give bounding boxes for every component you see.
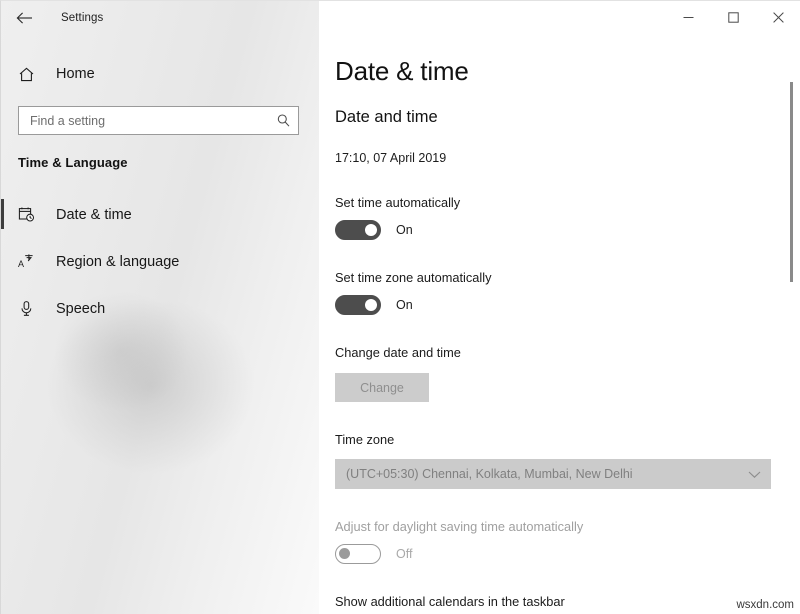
sidebar-item-speech[interactable]: Speech — [1, 285, 319, 332]
set-time-automatically-label: Set time automatically — [335, 165, 800, 210]
section-title: Date and time — [335, 87, 800, 127]
set-timezone-automatically-row: On — [335, 285, 800, 315]
sidebar-item-region-language[interactable]: A Region & language — [1, 238, 319, 285]
window-controls — [666, 1, 800, 33]
settings-window: Home Time & Language — [0, 0, 800, 614]
time-zone-value: (UTC+05:30) Chennai, Kolkata, Mumbai, Ne… — [346, 467, 748, 481]
sidebar-item-date-time[interactable]: Date & time — [1, 191, 319, 238]
sidebar-item-label: Date & time — [56, 207, 132, 223]
search-box[interactable] — [18, 106, 299, 135]
content-scrollbar[interactable] — [787, 34, 797, 614]
search-icon[interactable] — [268, 113, 298, 128]
close-button[interactable] — [756, 1, 800, 33]
time-zone-dropdown: (UTC+05:30) Chennai, Kolkata, Mumbai, Ne… — [335, 459, 771, 489]
set-time-automatically-state: On — [396, 223, 413, 237]
set-timezone-automatically-label: Set time zone automatically — [335, 240, 800, 285]
time-zone-label: Time zone — [335, 402, 800, 447]
change-button: Change — [335, 373, 429, 402]
sidebar: Home Time & Language — [1, 1, 319, 614]
scrollbar-thumb[interactable] — [790, 82, 793, 282]
current-datetime-value: 17:10, 07 April 2019 — [335, 127, 800, 165]
sidebar-home-label: Home — [56, 66, 95, 82]
calendar-clock-icon — [18, 206, 39, 223]
set-timezone-automatically-state: On — [396, 298, 413, 312]
daylight-saving-state: Off — [396, 547, 412, 561]
page-title: Date & time — [335, 34, 800, 87]
home-icon — [18, 66, 40, 83]
title-bar: Settings — [1, 1, 800, 34]
maximize-button[interactable] — [711, 1, 756, 33]
sidebar-heading: Time & Language — [18, 155, 128, 170]
watermark: wsxdn.com — [734, 598, 796, 612]
additional-calendars-label: Show additional calendars in the taskbar — [335, 564, 800, 609]
daylight-saving-label: Adjust for daylight saving time automati… — [335, 489, 800, 534]
toggle-knob — [365, 299, 377, 311]
content-pane: Date & time Date and time 17:10, 07 Apri… — [319, 34, 800, 614]
chevron-down-icon — [748, 470, 761, 479]
window-title: Settings — [61, 12, 103, 24]
microphone-icon — [18, 300, 39, 317]
search-input[interactable] — [19, 107, 268, 134]
svg-text:A: A — [18, 259, 24, 269]
sidebar-item-home[interactable]: Home — [1, 56, 301, 92]
sidebar-nav-list: Date & time A Region & language — [1, 191, 319, 332]
set-timezone-automatically-toggle[interactable] — [335, 295, 381, 315]
sidebar-item-label: Speech — [56, 301, 105, 317]
language-icon: A — [18, 253, 39, 270]
content-inner: Date & time Date and time 17:10, 07 Apri… — [319, 34, 800, 614]
title-bar-left: Settings — [1, 1, 103, 34]
set-time-automatically-row: On — [335, 210, 800, 240]
toggle-knob — [365, 224, 377, 236]
set-time-automatically-toggle[interactable] — [335, 220, 381, 240]
back-arrow-icon[interactable] — [1, 2, 47, 34]
daylight-saving-row: Off — [335, 534, 800, 564]
sidebar-item-label: Region & language — [56, 254, 179, 270]
minimize-button[interactable] — [666, 1, 711, 33]
daylight-saving-toggle — [335, 544, 381, 564]
toggle-knob — [339, 548, 350, 559]
change-date-time-label: Change date and time — [335, 315, 800, 360]
